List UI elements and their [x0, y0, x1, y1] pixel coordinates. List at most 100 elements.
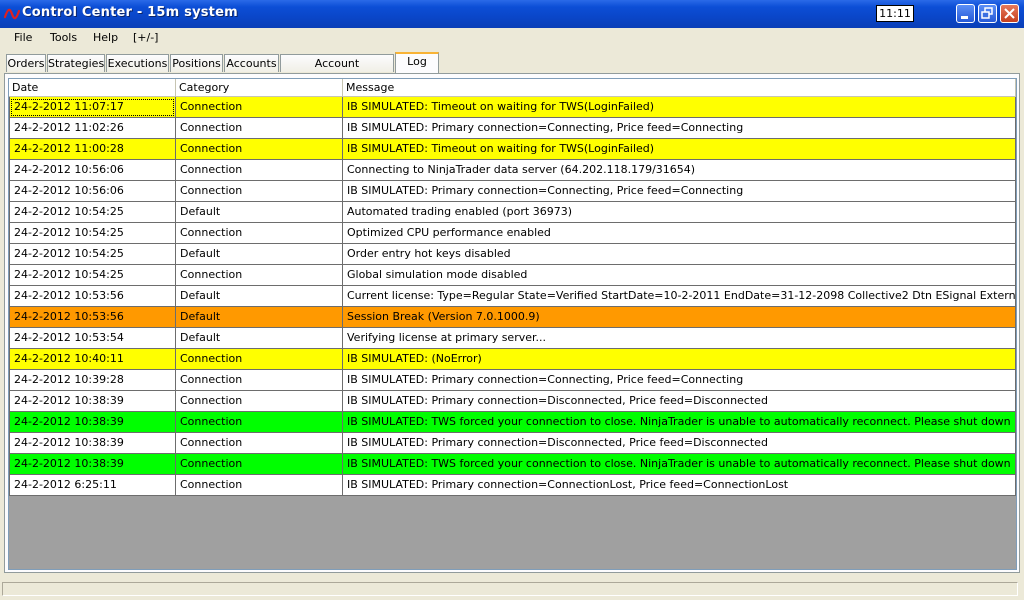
- log-row[interactable]: 24-2-2012 6:25:11 Connection IB SIMULATED:…: [9, 475, 1016, 496]
- log-cell-category: Connection: [176, 181, 343, 202]
- log-cell-message: Current license: Type=Regular State=Veri…: [343, 286, 1016, 307]
- title-bar[interactable]: Control Center - 15m system 11:11: [0, 0, 1024, 28]
- log-cell-message: Session Break (Version 7.0.1000.9): [343, 307, 1016, 328]
- tab-positions[interactable]: Positions: [170, 54, 223, 72]
- log-cell-category: Default: [176, 307, 343, 328]
- restore-button[interactable]: [978, 4, 997, 23]
- tab-account-performance[interactable]: Account Performance: [280, 54, 394, 87]
- log-row[interactable]: 24-2-2012 10:54:25 Connection Global simul…: [9, 265, 1016, 286]
- log-cell-date: 24-2-2012 10:56:06: [9, 160, 176, 181]
- column-header-category[interactable]: Category: [176, 79, 343, 97]
- log-cell-message: IB SIMULATED: TWS forced your connection…: [343, 454, 1016, 475]
- log-cell-category: Connection: [176, 412, 343, 433]
- log-cell-category: Default: [176, 202, 343, 223]
- log-cell-message: IB SIMULATED: Primary connection=Connect…: [343, 118, 1016, 139]
- log-cell-category: Connection: [176, 139, 343, 160]
- column-header-message[interactable]: Message: [343, 79, 1016, 97]
- log-row[interactable]: 24-2-2012 10:39:28 Connection IB SIMULATED…: [9, 370, 1016, 391]
- minimize-icon: [961, 16, 968, 19]
- menu-file[interactable]: File: [14, 31, 32, 44]
- log-cell-message: Verifying license at primary server...: [343, 328, 1016, 349]
- log-row[interactable]: 24-2-2012 11:02:26 Connection IB SIMULATED…: [9, 118, 1016, 139]
- log-cell-category: Connection: [176, 370, 343, 391]
- log-cell-message: IB SIMULATED: Primary connection=Disconn…: [343, 433, 1016, 454]
- log-grid[interactable]: Date Category Message 24-2-2012 11:07:17…: [8, 78, 1017, 570]
- log-cell-date: 24-2-2012 10:56:06: [9, 181, 176, 202]
- log-row[interactable]: 24-2-2012 11:07:17 Connection IB SIMULATED…: [9, 97, 1016, 118]
- log-cell-message: IB SIMULATED: Timeout on waiting for TWS…: [343, 97, 1016, 118]
- minimize-button[interactable]: [956, 4, 975, 23]
- log-cell-message: IB SIMULATED: Timeout on waiting for TWS…: [343, 139, 1016, 160]
- log-row[interactable]: 24-2-2012 10:54:25 Default Automated tradi…: [9, 202, 1016, 223]
- log-row[interactable]: 24-2-2012 10:38:39 Connection IB SIMULATED…: [9, 412, 1016, 433]
- log-cell-message: IB SIMULATED: Primary connection=Connect…: [343, 475, 1016, 496]
- log-row[interactable]: 24-2-2012 10:56:06 Connection Connecting t…: [9, 160, 1016, 181]
- column-header-date[interactable]: Date: [9, 79, 176, 97]
- log-row[interactable]: 24-2-2012 10:56:06 Connection IB SIMULATED…: [9, 181, 1016, 202]
- status-pane: [2, 582, 1018, 596]
- log-cell-message: IB SIMULATED: Primary connection=Connect…: [343, 370, 1016, 391]
- log-cell-date: 24-2-2012 10:40:11: [9, 349, 176, 370]
- log-row[interactable]: 24-2-2012 11:00:28 Connection IB SIMULATED…: [9, 139, 1016, 160]
- log-cell-date: 24-2-2012 10:38:39: [9, 433, 176, 454]
- tab-log[interactable]: Log: [395, 52, 439, 73]
- log-cell-category: Connection: [176, 391, 343, 412]
- log-cell-date: 24-2-2012 10:39:28: [9, 370, 176, 391]
- log-cell-date: 24-2-2012 10:53:56: [9, 286, 176, 307]
- window-title: Control Center - 15m system: [22, 5, 238, 20]
- tab-executions[interactable]: Executions: [106, 54, 169, 72]
- log-cell-category: Connection: [176, 223, 343, 244]
- log-cell-message: Order entry hot keys disabled: [343, 244, 1016, 265]
- log-cell-category: Default: [176, 328, 343, 349]
- grid-header: Date Category Message: [9, 79, 1016, 97]
- log-row[interactable]: 24-2-2012 10:40:11 Connection IB SIMULATED…: [9, 349, 1016, 370]
- log-cell-message: IB SIMULATED: TWS forced your connection…: [343, 412, 1016, 433]
- log-cell-category: Connection: [176, 160, 343, 181]
- log-row[interactable]: 24-2-2012 10:38:39 Connection IB SIMULATED…: [9, 391, 1016, 412]
- restore-icon: [981, 7, 993, 19]
- tab-accounts[interactable]: Accounts: [224, 54, 279, 72]
- menu-help[interactable]: Help: [93, 31, 118, 44]
- log-row[interactable]: 24-2-2012 10:53:54 Default Verifying licen…: [9, 328, 1016, 349]
- log-cell-category: Connection: [176, 118, 343, 139]
- ninjatrader-logo-icon: [4, 8, 20, 20]
- log-cell-date: 24-2-2012 10:53:56: [9, 307, 176, 328]
- log-cell-category: Connection: [176, 475, 343, 496]
- log-cell-message: Optimized CPU performance enabled: [343, 223, 1016, 244]
- log-cell-category: Default: [176, 244, 343, 265]
- log-cell-message: Automated trading enabled (port 36973): [343, 202, 1016, 223]
- log-cell-category: Connection: [176, 97, 343, 118]
- log-cell-category: Connection: [176, 349, 343, 370]
- log-cell-date: 24-2-2012 10:54:25: [9, 244, 176, 265]
- log-cell-date: 24-2-2012 11:02:26: [9, 118, 176, 139]
- log-row[interactable]: 24-2-2012 10:53:56 Default Session Break (…: [9, 307, 1016, 328]
- menu-tools[interactable]: Tools: [50, 31, 77, 44]
- tab-orders[interactable]: Orders: [6, 54, 46, 72]
- tab-strategies[interactable]: Strategies: [47, 54, 105, 72]
- log-row[interactable]: 24-2-2012 10:38:39 Connection IB SIMULATED…: [9, 454, 1016, 475]
- log-row[interactable]: 24-2-2012 10:53:56 Default Current license…: [9, 286, 1016, 307]
- log-cell-date: 24-2-2012 10:54:25: [9, 223, 176, 244]
- status-bar: [0, 580, 1024, 600]
- close-button[interactable]: [1000, 4, 1019, 23]
- log-cell-date: 24-2-2012 11:07:17: [9, 97, 176, 118]
- log-cell-date: 24-2-2012 6:25:11: [9, 475, 176, 496]
- log-row[interactable]: 24-2-2012 10:54:25 Connection Optimized CP…: [9, 223, 1016, 244]
- log-cell-category: Connection: [176, 265, 343, 286]
- menu-expand-toggle[interactable]: [+/-]: [133, 31, 158, 44]
- log-cell-date: 24-2-2012 10:53:54: [9, 328, 176, 349]
- tab-strip: Orders Strategies Executions Positions A…: [0, 52, 1024, 87]
- log-cell-category: Connection: [176, 433, 343, 454]
- log-cell-message: Connecting to NinjaTrader data server (6…: [343, 160, 1016, 181]
- log-cell-message: IB SIMULATED: (NoError): [343, 349, 1016, 370]
- log-row[interactable]: 24-2-2012 10:54:25 Default Order entry hot…: [9, 244, 1016, 265]
- log-row[interactable]: 24-2-2012 10:38:39 Connection IB SIMULATED…: [9, 433, 1016, 454]
- menu-bar: File Tools Help [+/-]: [0, 28, 1024, 48]
- log-cell-category: Connection: [176, 454, 343, 475]
- log-cell-message: Global simulation mode disabled: [343, 265, 1016, 286]
- log-cell-date: 24-2-2012 11:00:28: [9, 139, 176, 160]
- log-cell-date: 24-2-2012 10:54:25: [9, 265, 176, 286]
- log-cell-date: 24-2-2012 10:38:39: [9, 454, 176, 475]
- log-cell-date: 24-2-2012 10:54:25: [9, 202, 176, 223]
- log-cell-category: Default: [176, 286, 343, 307]
